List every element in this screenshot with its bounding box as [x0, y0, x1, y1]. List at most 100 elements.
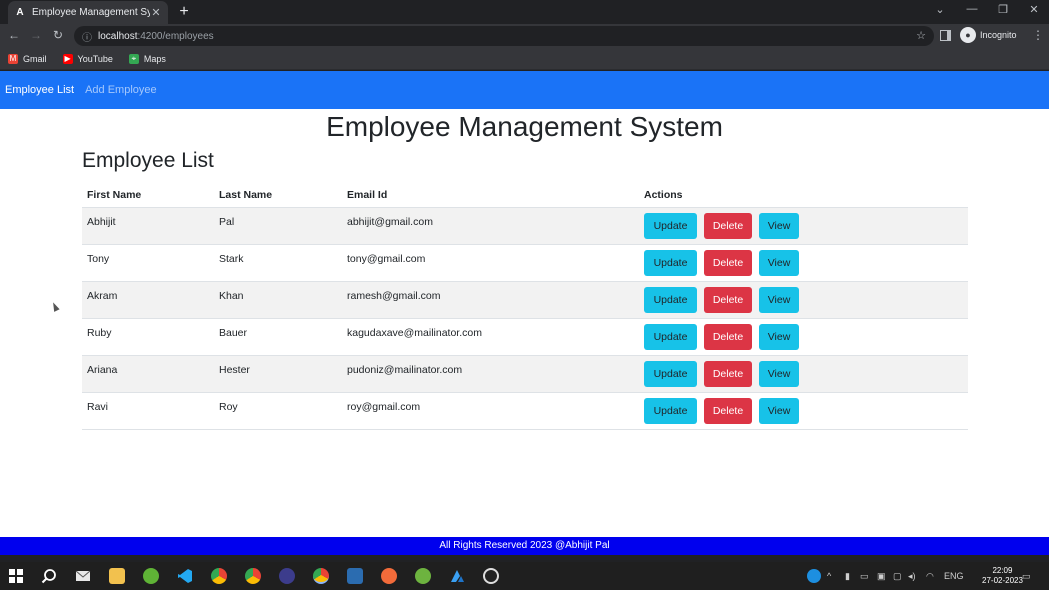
- cell-email: ramesh@gmail.com: [342, 281, 639, 319]
- device-icon[interactable]: ▣: [877, 571, 886, 582]
- view-button[interactable]: View: [759, 212, 799, 239]
- bookmark-label: Gmail: [23, 53, 47, 64]
- table-row: Ravi Roy roy@gmail.com Update Delete View: [82, 392, 968, 430]
- delete-button[interactable]: Delete: [704, 249, 752, 276]
- view-button[interactable]: View: [759, 397, 799, 424]
- tab-title: Employee Management System: [32, 7, 150, 18]
- maps-icon: ⌖: [128, 53, 139, 64]
- tab-search-icon[interactable]: ⌄: [932, 3, 948, 16]
- cell-email: tony@gmail.com: [342, 244, 639, 282]
- bookmarks-bar: M Gmail ▶ YouTube ⌖ Maps: [0, 48, 1049, 70]
- cell-email: roy@gmail.com: [342, 392, 639, 430]
- new-tab-button[interactable]: +: [176, 3, 192, 21]
- address-bar[interactable]: ⓘ localhost:4200/employees ☆: [74, 26, 934, 46]
- minimize-button[interactable]: —: [964, 3, 980, 15]
- chrome-icon[interactable]: [211, 568, 227, 584]
- app-purple-icon[interactable]: [279, 568, 295, 584]
- postman-icon[interactable]: [381, 568, 397, 584]
- update-button[interactable]: Update: [644, 249, 697, 276]
- page-title: Employee Management System: [326, 111, 723, 142]
- url-host: localhost: [98, 30, 138, 42]
- search-icon[interactable]: [41, 568, 57, 584]
- chrome-profile-icon[interactable]: [245, 568, 261, 584]
- chrome-active-icon[interactable]: [313, 568, 329, 584]
- nav-add-employee[interactable]: Add Employee: [85, 84, 157, 96]
- microphone-icon[interactable]: ▮: [845, 571, 850, 582]
- page-content: Employee List Add Employee Employee Mana…: [0, 71, 1049, 537]
- notifications-icon[interactable]: ▭: [1022, 571, 1031, 582]
- language-indicator[interactable]: ENG: [944, 571, 964, 581]
- update-button[interactable]: Update: [644, 286, 697, 313]
- header-first-name: First Name: [82, 183, 214, 208]
- delete-button[interactable]: Delete: [704, 323, 752, 350]
- reload-icon[interactable]: ↻: [50, 28, 66, 42]
- app-green-icon[interactable]: [143, 568, 159, 584]
- view-button[interactable]: View: [759, 286, 799, 313]
- table-row: Ruby Bauer kagudaxave@mailinator.com Upd…: [82, 318, 968, 356]
- bookmark-maps[interactable]: ⌖ Maps: [128, 53, 166, 64]
- cell-first-name: Tony: [82, 244, 214, 282]
- battery-icon[interactable]: ▭: [860, 571, 869, 582]
- cell-first-name: Ruby: [82, 318, 214, 356]
- help-icon[interactable]: [807, 569, 821, 583]
- table-row: Ariana Hester pudoniz@mailinator.com Upd…: [82, 355, 968, 393]
- app-blue-icon[interactable]: [347, 568, 363, 584]
- incognito-icon: ●: [960, 27, 976, 43]
- tab-close-icon[interactable]: ✕: [150, 6, 162, 19]
- update-button[interactable]: Update: [644, 397, 697, 424]
- bookmark-gmail[interactable]: M Gmail: [8, 53, 47, 64]
- spring-icon[interactable]: [415, 568, 431, 584]
- file-explorer-icon[interactable]: [109, 568, 125, 584]
- side-panel-icon[interactable]: [940, 30, 951, 41]
- header-actions: Actions: [639, 183, 968, 208]
- gmail-icon: M: [8, 53, 18, 64]
- browser-tab[interactable]: A Employee Management System ✕: [8, 1, 168, 24]
- youtube-icon: ▶: [62, 53, 73, 64]
- clock-time: 22:09: [992, 566, 1013, 575]
- app-gauge-icon[interactable]: [483, 568, 499, 584]
- update-button[interactable]: Update: [644, 323, 697, 350]
- delete-button[interactable]: Delete: [704, 397, 752, 424]
- menu-kebab-icon[interactable]: ⋮: [1032, 28, 1044, 42]
- delete-button[interactable]: Delete: [704, 360, 752, 387]
- update-button[interactable]: Update: [644, 360, 697, 387]
- delete-button[interactable]: Delete: [704, 212, 752, 239]
- tray-chevron-icon[interactable]: ^: [827, 571, 831, 581]
- view-button[interactable]: View: [759, 249, 799, 276]
- url-path: :4200/employees: [137, 30, 214, 42]
- site-info-icon[interactable]: ⓘ: [82, 29, 94, 44]
- table-row: Akram Khan ramesh@gmail.com Update Delete…: [82, 281, 968, 319]
- cell-email: pudoniz@mailinator.com: [342, 355, 639, 393]
- cell-last-name: Bauer: [214, 318, 342, 356]
- browser-tabstrip: A Employee Management System ✕ + ⌄ — ❐ ✕: [0, 0, 1049, 24]
- cell-actions: Update Delete View: [639, 244, 968, 282]
- bookmark-youtube[interactable]: ▶ YouTube: [62, 53, 113, 64]
- volume-icon[interactable]: ◂): [908, 571, 916, 582]
- system-clock[interactable]: 22:09 27-02-2023: [982, 566, 1023, 586]
- view-button[interactable]: View: [759, 323, 799, 350]
- browser-toolbar: ← → ↻ ⓘ localhost:4200/employees ☆ ● Inc…: [0, 24, 1049, 48]
- wifi-icon[interactable]: ◠: [926, 571, 934, 582]
- view-button[interactable]: View: [759, 360, 799, 387]
- header-email: Email Id: [342, 183, 639, 208]
- windows-start-icon[interactable]: [8, 568, 24, 584]
- employee-table: First Name Last Name Email Id Actions Ab…: [82, 183, 968, 430]
- os-taskbar: ^ ▮ ▭ ▣ ▢ ◂) ◠ ENG 22:09 27-02-2023 ▭: [0, 562, 1049, 590]
- back-icon[interactable]: ←: [6, 28, 22, 42]
- update-button[interactable]: Update: [644, 212, 697, 239]
- restore-button[interactable]: ❐: [995, 3, 1011, 16]
- bookmark-label: YouTube: [77, 53, 113, 64]
- mail-icon[interactable]: [75, 568, 91, 584]
- display-icon[interactable]: ▢: [893, 571, 902, 582]
- nav-employee-list[interactable]: Employee List: [5, 84, 74, 96]
- cell-first-name: Akram: [82, 281, 214, 319]
- close-window-button[interactable]: ✕: [1026, 3, 1042, 16]
- bookmark-label: Maps: [143, 53, 166, 64]
- azure-icon[interactable]: [449, 568, 465, 584]
- delete-button[interactable]: Delete: [704, 286, 752, 313]
- bookmark-star-icon[interactable]: ☆: [916, 29, 926, 42]
- cell-last-name: Pal: [214, 207, 342, 245]
- vscode-icon[interactable]: [177, 568, 193, 584]
- incognito-profile[interactable]: ● Incognito: [960, 27, 1017, 43]
- forward-icon[interactable]: →: [28, 28, 44, 42]
